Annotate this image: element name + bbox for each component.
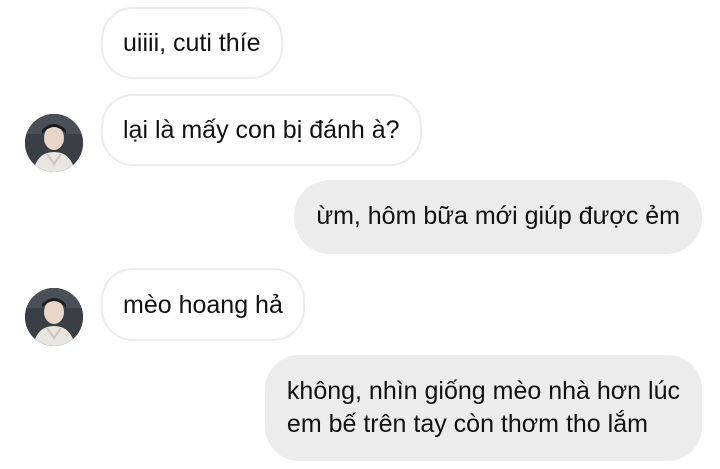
message-bubble-outgoing[interactable]: không, nhìn giống mèo nhà hơn lúc em bế … <box>264 355 702 461</box>
message-bubble-incoming[interactable]: mèo hoang hả <box>101 268 305 341</box>
message-text-line: không, nhìn giống mèo nhà hơn lúc <box>286 377 680 405</box>
message-text: lại là mấy con bị đánh à? <box>123 116 400 144</box>
message-text-line: em bế trên tay còn thơm tho lắm <box>286 410 648 438</box>
message-bubble-outgoing[interactable]: ừm, hôm bữa mới giúp được ẻm <box>294 180 702 254</box>
user-avatar-icon <box>25 114 83 172</box>
avatar[interactable] <box>25 288 83 346</box>
message-bubble-incoming[interactable]: lại là mấy con bị đánh à? <box>101 94 422 166</box>
message-bubble-incoming[interactable]: uiiii, cuti thíe <box>101 7 283 79</box>
message-text: mèo hoang hả <box>123 291 283 319</box>
avatar[interactable] <box>25 114 83 172</box>
user-avatar-icon <box>25 288 83 346</box>
message-text: uiiii, cuti thíe <box>123 29 261 57</box>
message-text: ừm, hôm bữa mới giúp được ẻm <box>316 202 680 230</box>
